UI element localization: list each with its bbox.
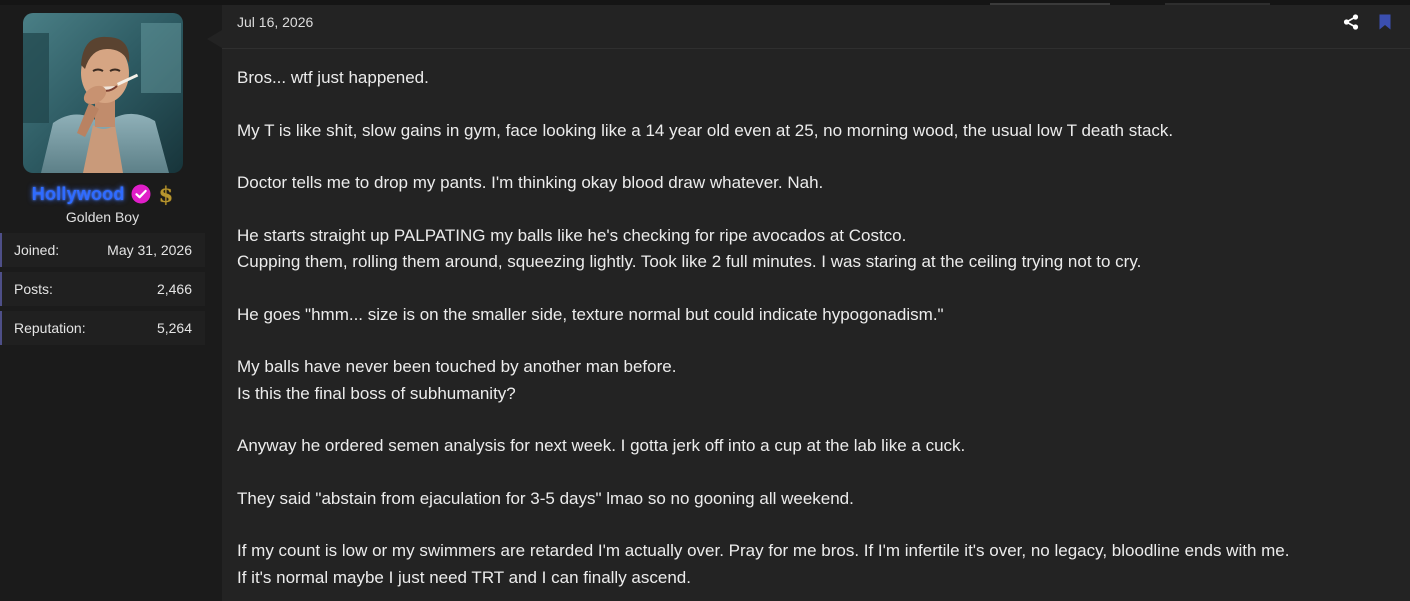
message-header: Jul 16, 2026 [222,5,1410,49]
stat-reputation: Reputation: 5,264 [0,311,205,345]
user-title: Golden Boy [65,209,140,225]
post-line: My T is like shit, slow gains in gym, fa… [237,120,1174,140]
avatar[interactable] [23,13,183,173]
share-icon[interactable] [1343,14,1359,30]
stat-posts: Posts: 2,466 [0,272,205,306]
verified-check-icon [131,184,151,204]
post-message: Jul 16, 2026 Bros... wtf just happened. … [222,5,1410,601]
post-paragraph: He goes "hmm... size is on the smaller s… [237,302,1407,328]
post-line: They said "abstain from ejaculation for … [237,488,854,508]
post-paragraph: He starts straight up PALPATING my balls… [237,223,1407,276]
stat-value: 2,466 [156,281,192,297]
post-paragraph: If my count is low or my swimmers are re… [237,538,1407,591]
post-line: If it's normal maybe I just need TRT and… [237,567,691,587]
post-line: If my count is low or my swimmers are re… [237,541,1290,561]
stat-value: May 31, 2026 [107,242,192,258]
post-body: Bros... wtf just happened. My T is like … [237,65,1407,601]
stat-value: 5,264 [156,320,192,336]
post-paragraph: My balls have never been touched by anot… [237,354,1407,407]
post-paragraph: They said "abstain from ejaculation for … [237,486,1407,512]
stat-label: Joined: [14,242,60,258]
stat-joined: Joined: May 31, 2026 [0,233,205,267]
post-paragraph: Bros... wtf just happened. [237,65,1407,91]
username-row: Hollywood $ [0,181,205,207]
post-paragraph: Anyway he ordered semen analysis for nex… [237,433,1407,459]
stat-label: Reputation: [14,320,86,336]
post-line: Doctor tells me to drop my pants. I'm th… [237,173,824,193]
post-line: Bros... wtf just happened. [237,68,429,87]
post-line: Cupping them, rolling them around, squee… [237,252,1142,272]
post-line: My balls have never been touched by anot… [237,357,677,377]
post-paragraph: My T is like shit, slow gains in gym, fa… [237,118,1407,144]
username-link[interactable]: Hollywood [32,184,125,205]
post-date[interactable]: Jul 16, 2026 [237,14,313,30]
post-line: Anyway he ordered semen analysis for nex… [237,436,966,456]
post-line: He goes "hmm... size is on the smaller s… [237,304,944,324]
message-arrow [207,30,222,48]
bookmark-icon[interactable] [1379,14,1391,30]
post-paragraph: Doctor tells me to drop my pants. I'm th… [237,170,1407,196]
user-info-panel: Hollywood $ Golden Boy Joined: May 31, 2… [0,5,222,601]
stat-label: Posts: [14,281,53,297]
post-line: He starts straight up PALPATING my balls… [237,225,907,245]
user-stats: Joined: May 31, 2026 Posts: 2,466 Reputa… [0,233,205,350]
forum-post-page: Hollywood $ Golden Boy Joined: May 31, 2… [0,0,1410,601]
post-line: Is this the final boss of subhumanity? [237,383,516,403]
dollar-sign-icon: $ [158,181,174,207]
avatar-image [23,13,183,173]
